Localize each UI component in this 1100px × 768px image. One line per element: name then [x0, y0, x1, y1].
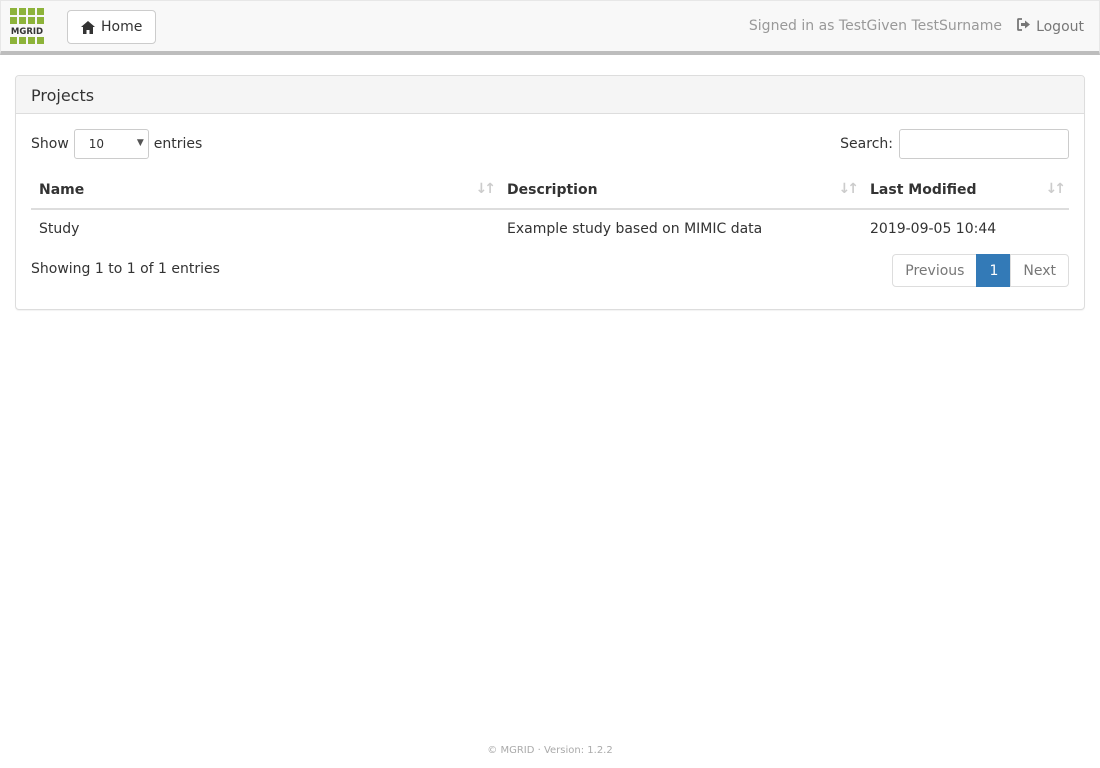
search-control: Search:: [840, 129, 1069, 159]
column-header-last-modified[interactable]: Last Modified ↓↑: [862, 172, 1069, 210]
cell-name: Study: [31, 208, 499, 247]
entries-length-control: Show 10 ▼ entries: [31, 129, 202, 159]
home-button[interactable]: Home: [67, 10, 157, 44]
projects-panel: Projects Show 10 ▼ entries Search: Name …: [15, 75, 1085, 310]
search-input[interactable]: [899, 129, 1069, 159]
top-navbar: MGRID Home Signed in as TestGiven TestSu…: [0, 0, 1100, 55]
sort-icon: ↓↑: [475, 181, 497, 197]
cell-last-modified: 2019-09-05 10:44: [862, 208, 1069, 247]
logout-icon: [1017, 18, 1031, 35]
table-row[interactable]: Study Example study based on MIMIC data …: [31, 208, 1069, 247]
length-suffix: entries: [153, 136, 203, 152]
panel-title: Projects: [16, 76, 1084, 114]
entries-select-value: 10: [88, 137, 105, 151]
entries-select[interactable]: 10 ▼: [73, 129, 149, 159]
length-prefix: Show: [31, 136, 69, 152]
column-header-name[interactable]: Name ↓↑: [31, 172, 499, 210]
logout-label: Logout: [1036, 18, 1084, 35]
signed-in-text: Signed in as TestGiven TestSurname: [748, 18, 1002, 34]
footer-text: © MGRID · Version: 1.2.2: [487, 745, 613, 756]
next-page-button[interactable]: Next: [1010, 254, 1069, 287]
logo-text: MGRID: [11, 27, 43, 37]
column-header-description[interactable]: Description ↓↑: [499, 172, 862, 210]
cell-description: Example study based on MIMIC data: [499, 208, 862, 247]
home-button-label: Home: [101, 19, 143, 35]
projects-table: Name ↓↑ Description ↓↑ Last Modified ↓↑ …: [31, 172, 1069, 247]
previous-page-button[interactable]: Previous: [892, 254, 978, 287]
sort-icon: ↓↑: [1045, 181, 1067, 197]
page-1-button[interactable]: 1: [976, 254, 1012, 287]
table-header-row: Name ↓↑ Description ↓↑ Last Modified ↓↑: [31, 172, 1069, 210]
pagination: Previous 1 Next: [892, 254, 1069, 287]
chevron-down-icon: ▼: [136, 138, 144, 148]
mgrid-logo-icon[interactable]: MGRID: [7, 8, 47, 46]
table-info: Showing 1 to 1 of 1 entries: [31, 261, 220, 277]
sort-icon: ↓↑: [838, 181, 860, 197]
logout-link[interactable]: Logout: [1017, 18, 1084, 35]
search-label: Search:: [840, 136, 893, 152]
home-icon: [81, 20, 95, 34]
